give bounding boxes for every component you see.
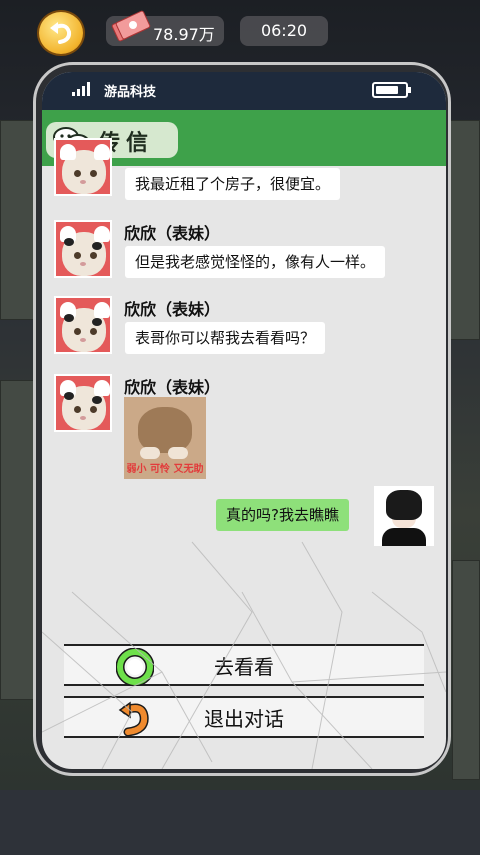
contact-avatar (54, 296, 112, 354)
sender-name: 欣欣（表妹） (124, 378, 221, 397)
signal-icon (72, 82, 90, 96)
player-avatar (374, 486, 434, 546)
phone-screen: 游品科技 传信 我最近租了个房子，很便宜。 欣欣（表妹） 但是我老感觉怪怪的，像… (42, 72, 446, 769)
building (450, 120, 480, 340)
option-exit-chat[interactable]: 退出对话 (64, 696, 424, 738)
money-amount: 78.97万 (153, 25, 215, 44)
option-label: 去看看 (214, 654, 274, 679)
return-arrow-icon (50, 22, 72, 44)
contact-avatar (54, 220, 112, 278)
cat-sticker: 弱小 可怜 又无助 (124, 397, 206, 479)
message-bubble: 我最近租了个房子，很便宜。 (125, 168, 341, 200)
reply-options: 去看看 退出对话 (42, 642, 446, 769)
sender-name: 欣欣（表妹） (124, 300, 221, 319)
option-go-look[interactable]: 去看看 (64, 644, 424, 686)
message-bubble: 表哥你可以帮我去看看吗？ (125, 322, 326, 354)
orange-return-icon (118, 701, 149, 737)
contact-avatar (54, 374, 112, 432)
green-circle-icon (116, 648, 154, 686)
contact-avatar (54, 138, 112, 196)
carrier-name: 游品科技 (104, 85, 157, 100)
money-stack-icon (111, 10, 151, 42)
back-button[interactable] (37, 10, 85, 56)
bottom-bar (0, 790, 480, 855)
chat-area: 我最近租了个房子，很便宜。 欣欣（表妹） 但是我老感觉怪怪的，像有人一样。 欣欣… (42, 138, 446, 642)
my-message-bubble: 真的吗?我去瞧瞧 (216, 499, 349, 531)
status-bar: 游品科技 (42, 72, 446, 110)
battery-icon (372, 82, 411, 98)
option-label: 退出对话 (204, 706, 284, 731)
game-time: 06:20 (240, 16, 328, 46)
sticker-caption: 弱小 可怜 又无助 (126, 464, 204, 475)
building (452, 560, 480, 780)
message-bubble: 但是我老感觉怪怪的，像有人一样。 (125, 246, 386, 278)
sender-name: 欣欣（表妹） (124, 224, 221, 243)
